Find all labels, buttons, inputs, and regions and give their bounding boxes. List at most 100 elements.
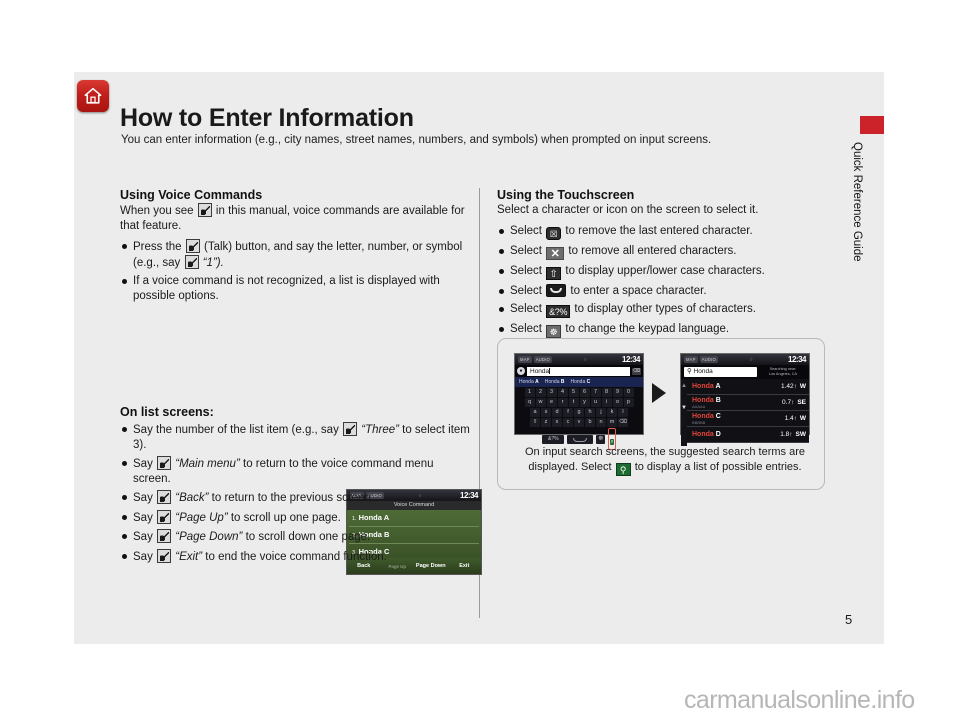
keypad-language-icon[interactable]: ☸ xyxy=(596,434,606,444)
page-up-button[interactable]: Page Up xyxy=(381,564,415,569)
scroll-down-icon[interactable]: ▼ xyxy=(681,404,687,412)
result-name: Honda B AAAAA xyxy=(692,397,782,409)
distance-direction: W xyxy=(799,383,806,390)
bullet-quote: “Page Down” xyxy=(175,531,243,543)
result-sub: BBBBB xyxy=(692,419,706,425)
voice-commands-lead: When you see in this manual, voice comma… xyxy=(120,203,470,233)
keyboard-key[interactable]: x xyxy=(552,418,562,427)
keyboard-row: qwertyuiop xyxy=(517,398,641,407)
list-item: Say “Page Up” to scroll up one page. xyxy=(120,509,470,526)
bullet-text-a: Select xyxy=(510,284,542,297)
keyboard-key[interactable]: k xyxy=(607,408,617,417)
map-pill: MAP xyxy=(684,356,698,363)
keyboard-key[interactable]: n xyxy=(596,418,606,427)
keyboard-key[interactable]: 4 xyxy=(557,388,568,397)
symbols-icon: &?% xyxy=(546,305,571,318)
scrollbar[interactable]: ▲ ▼ xyxy=(681,379,687,446)
location-pin-icon[interactable]: ● xyxy=(517,367,525,375)
home-icon[interactable] xyxy=(77,80,109,112)
keyboard-key[interactable]: f xyxy=(563,408,573,417)
list-item: Say “Back” to return to the previous scr… xyxy=(120,490,470,506)
suggestion-chip[interactable]: Honda A xyxy=(516,379,542,385)
keyboard-key[interactable]: 6 xyxy=(579,388,590,397)
keyboard-key[interactable]: 7 xyxy=(590,388,601,397)
near-line1: Searching near: xyxy=(769,367,797,371)
audio-pill: AUDIO xyxy=(699,356,718,363)
result-bold: A xyxy=(715,383,721,390)
right-column: Using the Touchscreen Select a character… xyxy=(497,188,827,342)
keyboard-key[interactable]: m xyxy=(607,418,617,427)
section-tab-marker xyxy=(860,116,884,134)
keyboard-key[interactable]: e xyxy=(546,398,557,407)
keyboard-key[interactable]: p xyxy=(623,398,634,407)
keyboard-key[interactable]: u xyxy=(590,398,601,407)
keyboard-key[interactable]: a xyxy=(530,408,540,417)
on-list-screens-heading: On list screens: xyxy=(120,405,214,419)
keyboard-key[interactable]: 1 xyxy=(524,388,535,397)
keyboard-key[interactable]: y xyxy=(579,398,590,407)
suggestion-bold: C xyxy=(586,379,591,385)
search-input[interactable]: ⚲ Honda xyxy=(684,367,757,377)
bullet-text-a: Select xyxy=(510,264,542,277)
keyboard-key[interactable]: ⇧ xyxy=(530,418,540,427)
keyboard-key[interactable]: t xyxy=(568,398,579,407)
table-row[interactable]: Honda B AAAAA 0.7↑ SE xyxy=(687,395,809,411)
space-bar-icon[interactable] xyxy=(567,434,594,444)
keyboard-key[interactable]: c xyxy=(563,418,573,427)
bullet-quote: “Main menu” xyxy=(175,458,240,470)
keyboard-key[interactable]: 3 xyxy=(546,388,557,397)
keyboard-key[interactable]: b xyxy=(585,418,595,427)
keyboard-key[interactable]: h xyxy=(585,408,595,417)
table-row[interactable]: Honda D 1.8↑ SW xyxy=(687,427,809,443)
symbols-key[interactable]: &?% xyxy=(542,434,565,444)
keyboard-key[interactable]: v xyxy=(574,418,584,427)
keyboard-key[interactable]: z xyxy=(541,418,551,427)
distance-direction: SW xyxy=(795,431,806,438)
result-distance: 1.42↑ W xyxy=(781,383,806,390)
keyboard-key[interactable]: q xyxy=(524,398,535,407)
keyboard-key[interactable]: g xyxy=(574,408,584,417)
keyboard-key[interactable]: l xyxy=(618,408,628,417)
delete-character-icon: ☒ xyxy=(546,226,562,240)
table-row[interactable]: Honda C BBBBB 1.4↑ W xyxy=(687,411,809,427)
bullet-text-a: If a voice command is not recognized, a … xyxy=(133,275,440,302)
bullet-text-b: (Talk) button, and say the letter, numbe… xyxy=(133,241,463,269)
results-list: ▲ ▼ Honda A 1.42↑ W Honda B AAAAA 0.7↑ SE H… xyxy=(681,379,809,446)
search-input[interactable]: Honda xyxy=(527,366,630,376)
search-row: ● Honda ⌫ xyxy=(515,365,643,377)
text-caret xyxy=(549,367,551,374)
results-screenshot: MAP AUDIO ○ 12:34 ⚲ Honda Searching near… xyxy=(680,353,810,446)
voice-command-icon xyxy=(197,203,212,217)
keyboard-key[interactable]: 8 xyxy=(601,388,612,397)
bullet-text-a: Say xyxy=(133,550,153,563)
scroll-up-icon[interactable]: ▲ xyxy=(681,382,687,390)
list-item: Say “Page Down” to scroll down one page. xyxy=(120,529,470,545)
result-name: Honda A xyxy=(692,383,781,390)
keyboard-key[interactable]: o xyxy=(612,398,623,407)
bullet-quote: “Three” xyxy=(361,424,399,436)
backspace-icon[interactable]: ⌫ xyxy=(632,367,641,375)
keyboard-key[interactable]: 0 xyxy=(623,388,634,397)
keyboard-key[interactable]: s xyxy=(541,408,551,417)
bullet-quote: “Page Up” xyxy=(175,511,228,524)
suggestion-chip[interactable]: Honda C xyxy=(568,379,594,385)
keyboard-key[interactable]: ⌫ xyxy=(618,418,628,427)
touchscreen-lead: Select a character or icon on the screen… xyxy=(497,204,759,216)
figure-screenshots: MAP AUDIO ○ 12:34 ● Honda ⌫ Honda A Hond… xyxy=(514,353,810,450)
keyboard-key[interactable]: r xyxy=(557,398,568,407)
keyboard-key[interactable]: 5 xyxy=(568,388,579,397)
keyboard-key[interactable]: d xyxy=(552,408,562,417)
suggestion-chip[interactable]: Honda B xyxy=(542,379,568,385)
table-row[interactable]: Honda A 1.42↑ W xyxy=(687,379,809,395)
keyboard-rows: 1234567890 qwertyuiop asdfghjkl ⇧ z x c v b n m… xyxy=(515,387,643,450)
keyboard-key[interactable]: 9 xyxy=(612,388,623,397)
suggestion-base: Honda xyxy=(570,379,587,385)
bullet-text-a: Press the xyxy=(133,241,182,253)
result-bold: B xyxy=(715,396,721,404)
keyboard-key[interactable]: i xyxy=(601,398,612,407)
bullet-text-b: to change the keypad language. xyxy=(565,323,730,335)
keyboard-key[interactable]: j xyxy=(596,408,606,417)
voice-lead-text-a: When you see xyxy=(120,205,194,217)
keyboard-key[interactable]: 2 xyxy=(535,388,546,397)
keyboard-key[interactable]: w xyxy=(535,398,546,407)
